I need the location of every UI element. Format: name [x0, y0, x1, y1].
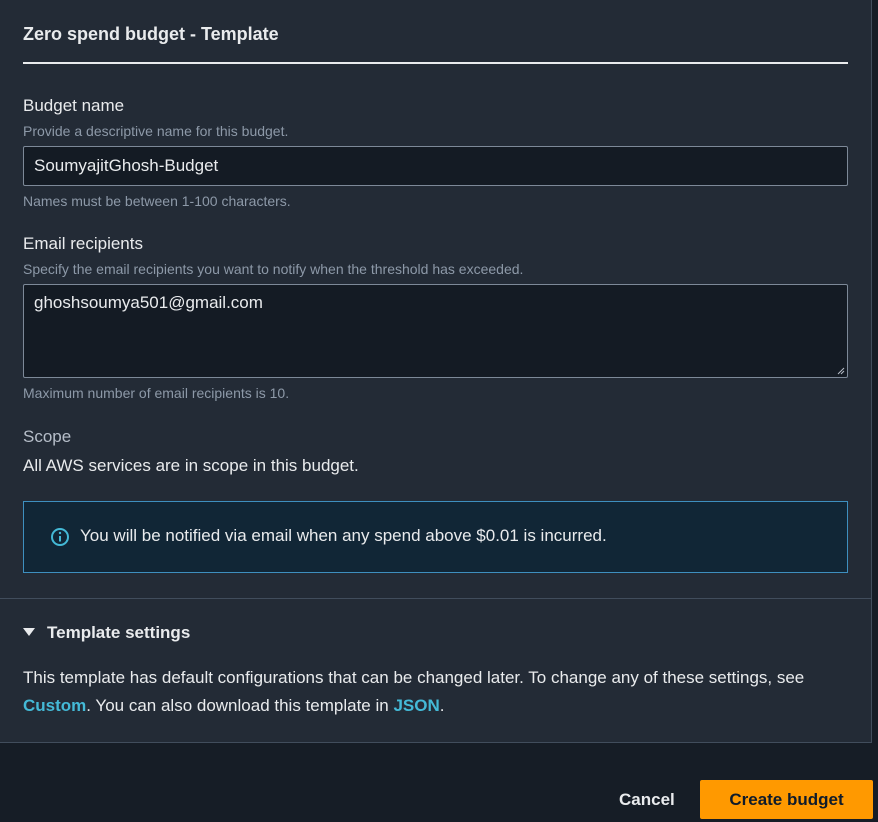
json-link[interactable]: JSON	[393, 696, 439, 715]
section-divider	[0, 598, 872, 599]
cancel-button[interactable]: Cancel	[619, 790, 675, 810]
template-settings-text-1: This template has default configurations…	[23, 668, 805, 687]
info-alert: You will be notified via email when any …	[23, 501, 848, 573]
template-settings-description: This template has default configurations…	[23, 664, 863, 720]
budget-name-constraint: Names must be between 1-100 characters.	[23, 193, 291, 209]
caret-down-icon[interactable]	[23, 628, 35, 636]
email-recipients-constraint: Maximum number of email recipients is 10…	[23, 385, 290, 401]
template-settings-text-2: . You can also download this template in	[86, 696, 394, 715]
header-divider	[23, 62, 848, 64]
template-settings-text-3: .	[439, 696, 445, 715]
custom-link[interactable]: Custom	[23, 696, 86, 715]
email-recipients-label: Email recipients	[23, 234, 143, 253]
scope-label: Scope	[23, 427, 72, 446]
budget-name-description: Provide a descriptive name for this budg…	[23, 123, 289, 139]
resize-handle-icon[interactable]	[837, 367, 845, 375]
template-settings-toggle[interactable]: Template settings	[47, 623, 190, 643]
budget-name-label: Budget name	[23, 96, 125, 115]
create-budget-button[interactable]: Create budget	[700, 780, 873, 819]
scope-text: All AWS services are in scope in this bu…	[23, 456, 359, 475]
email-recipients-value: ghoshsoumya501@gmail.com	[34, 293, 263, 312]
budget-template-panel: Zero spend budget - Template Budget name…	[0, 0, 872, 743]
info-icon	[51, 528, 69, 546]
email-recipients-description: Specify the email recipients you want to…	[23, 261, 524, 277]
email-recipients-textarea[interactable]: ghoshsoumya501@gmail.com	[23, 284, 848, 378]
info-alert-text: You will be notified via email when any …	[80, 526, 607, 545]
page-title: Zero spend budget - Template	[23, 24, 279, 44]
budget-name-input[interactable]: SoumyajitGhosh-Budget	[23, 146, 848, 186]
